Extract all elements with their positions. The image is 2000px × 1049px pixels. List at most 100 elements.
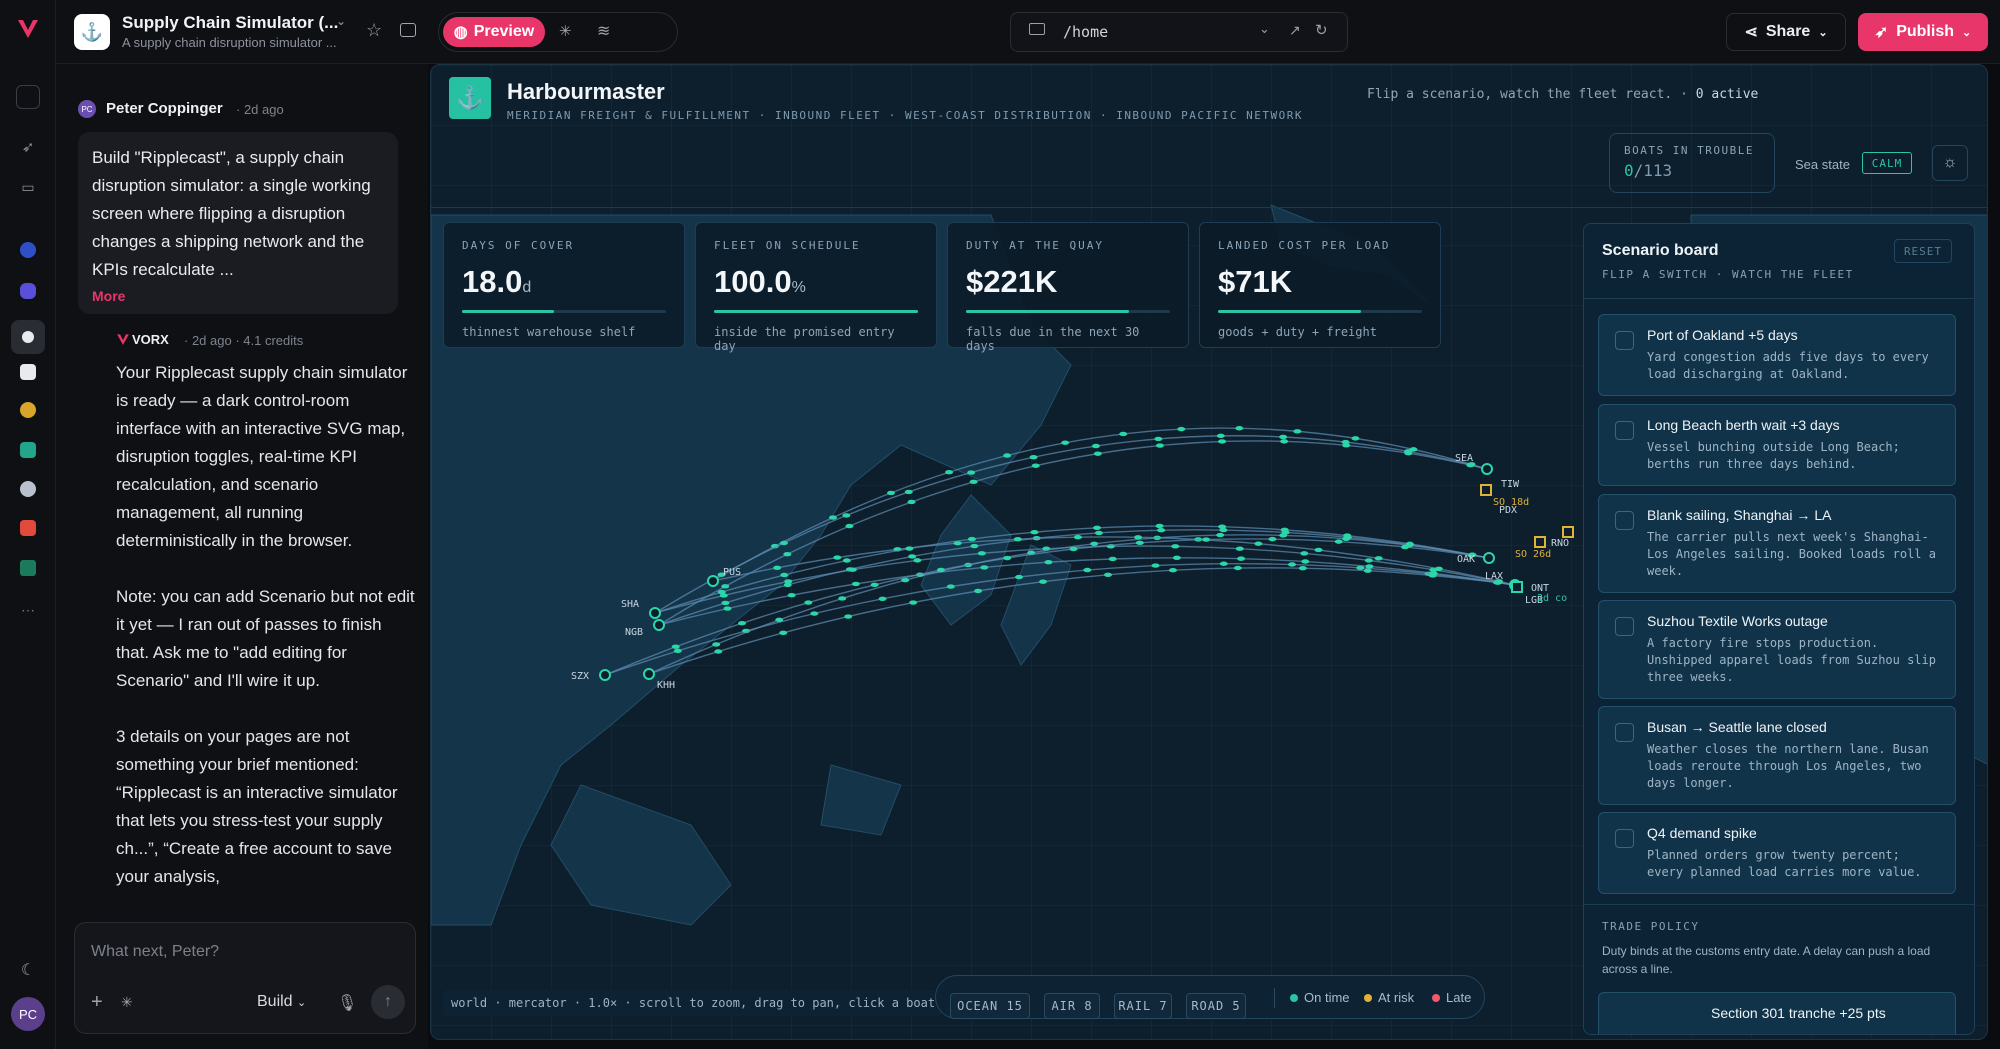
scenario-title: Blank sailing, Shanghai → LA — [1647, 507, 1832, 523]
at-risk-label: At risk — [1378, 990, 1415, 1005]
rocket-icon[interactable]: ➶ — [16, 135, 40, 159]
scenario-title: Suzhou Textile Works outage — [1647, 613, 1828, 629]
scenario-checkbox[interactable] — [1615, 511, 1634, 530]
kpi-value-row: 18.0d — [462, 264, 666, 300]
legend-divider — [1274, 988, 1275, 1008]
bot-reply: Your Ripplecast supply chain simulator i… — [116, 359, 416, 891]
more-projects-icon[interactable]: ⋯ — [16, 598, 40, 622]
archive-icon[interactable]: ▭ — [16, 175, 40, 199]
chevron-down-icon: ⌄ — [297, 997, 307, 1009]
reply-paragraph-3: 3 details on your pages are not somethin… — [116, 727, 398, 886]
publish-button[interactable]: ➶ Publish ⌄ — [1858, 13, 1988, 51]
kpi-label: LANDED COST PER LOAD — [1218, 239, 1391, 252]
left-rail: ➶ ▭ ⋯ ☾ PC — [0, 0, 56, 1049]
trouble-value: 0 — [1624, 161, 1634, 180]
mode-chip[interactable]: RAIL 7 — [1114, 993, 1172, 1019]
bot-meta: · 2d ago · 4.1 credits — [184, 333, 304, 348]
scenario-board: Scenario board FLIP A SWITCH · WATCH THE… — [1583, 223, 1975, 1035]
kpi-sub: thinnest warehouse shelf — [462, 325, 636, 339]
preview-frame: ⚓ Harbourmaster MERIDIAN FREIGHT & FULFI… — [430, 64, 1988, 1040]
kpi-label: DUTY AT THE QUAY — [966, 239, 1104, 252]
build-select[interactable]: Build ⌄ — [257, 993, 306, 1011]
scenario-checkbox[interactable] — [1615, 331, 1634, 350]
scenario-card[interactable]: Q4 demand spike Planned orders grow twent… — [1598, 812, 1956, 894]
reply-paragraph-2: Note: you can add Scenario but not edit … — [116, 587, 415, 690]
scenario-checkbox[interactable] — [1615, 421, 1634, 440]
more-link[interactable]: More — [92, 288, 384, 304]
send-button[interactable]: ↑ — [371, 985, 405, 1019]
trouble-total: /113 — [1633, 161, 1673, 180]
share-button[interactable]: ⋖ Share ⌄ — [1726, 13, 1846, 51]
kpi-label: DAYS OF COVER — [462, 239, 575, 252]
trouble-label: BOATS IN TROUBLE — [1624, 144, 1754, 157]
vorx-logo-icon[interactable] — [16, 16, 40, 40]
url-chevron-icon[interactable]: ⌄ — [1259, 21, 1270, 37]
board-divider-2 — [1584, 904, 1974, 905]
preview-button[interactable]: ◍ Preview — [443, 17, 545, 47]
late-dot-icon — [1432, 994, 1440, 1002]
kpi-value: 18.0 — [462, 264, 523, 299]
kpi-bar-fill — [462, 310, 554, 313]
header-divider — [431, 207, 1987, 208]
mode-chip[interactable]: ROAD 5 — [1186, 993, 1246, 1019]
chat-panel: PC Peter Coppinger · 2d ago Build "Rippl… — [56, 64, 428, 1049]
scenario-card[interactable]: Suzhou Textile Works outage A factory fir… — [1598, 600, 1956, 699]
anchor-icon: ⚓ — [456, 85, 484, 110]
policy-desc: Duty binds at the customs entry date. A … — [1602, 944, 1931, 976]
url-text: /home — [1063, 23, 1109, 41]
scenario-desc: A factory fire stops production. Unshipp… — [1647, 636, 1936, 684]
scenario-checkbox[interactable] — [1615, 617, 1634, 636]
plus-icon[interactable]: + — [91, 991, 103, 1014]
panel-icon[interactable] — [400, 23, 416, 37]
scenario-card[interactable]: Blank sailing, Shanghai → LA The carrier … — [1598, 494, 1956, 593]
kpi-value-row: 100.0% — [714, 264, 918, 300]
sun-icon: ☼ — [1942, 154, 1958, 171]
kpi-card: DUTY AT THE QUAY $221K falls due in the ne… — [947, 222, 1189, 353]
project-icon-1[interactable] — [20, 242, 36, 258]
reset-button[interactable]: RESET — [1894, 239, 1952, 263]
scenario-checkbox[interactable] — [1615, 723, 1634, 742]
star-icon[interactable]: ☆ — [366, 20, 382, 41]
project-icon-active[interactable] — [11, 320, 45, 354]
user-name: Peter Coppinger — [106, 100, 223, 117]
theme-toggle-button[interactable]: ☼ — [1932, 145, 1968, 181]
project-icon-6[interactable] — [20, 442, 36, 458]
scenario-title: Q4 demand spike — [1647, 825, 1757, 841]
scenario-card[interactable]: Busan → Seattle lane closed Weather close… — [1598, 706, 1956, 805]
kpi-value-row: $221K — [966, 264, 1170, 300]
mode-chip[interactable]: AIR 8 — [1044, 993, 1100, 1019]
kpi-sub: falls due in the next 30 days — [966, 325, 1140, 353]
moon-icon[interactable]: ☾ — [16, 958, 40, 982]
user-message: Build "Ripplecast", a supply chain disru… — [78, 132, 398, 314]
project-icon-8[interactable] — [20, 520, 36, 536]
app-title[interactable]: Supply Chain Simulator (... — [122, 13, 338, 33]
scenario-card[interactable]: Port of Oakland +5 days Yard congestion a… — [1598, 314, 1956, 396]
sparkle-icon[interactable]: ✳ — [559, 22, 572, 40]
composer-input[interactable]: What next, Peter? — [91, 943, 219, 961]
layers-icon[interactable]: ≋ — [597, 21, 610, 41]
mic-icon[interactable]: 🎙 — [337, 993, 357, 1013]
globe-icon: ◍ — [453, 24, 468, 41]
map-footer: world · mercator · 1.0× · scroll to zoom… — [443, 990, 944, 1016]
project-icon-7[interactable] — [20, 481, 36, 497]
project-icon-9[interactable] — [20, 560, 36, 576]
scenario-checkbox[interactable] — [1615, 829, 1634, 848]
project-icon-2[interactable] — [20, 283, 36, 299]
hint-text: Flip a scenario, watch the fleet react. … — [1367, 87, 1758, 102]
url-bar[interactable]: /home ⌄ ↗ ↻ — [1010, 12, 1348, 52]
chevron-down-icon[interactable]: ⌄ — [336, 14, 346, 28]
open-external-icon[interactable]: ↗ — [1289, 22, 1301, 39]
policy-item[interactable]: Section 301 tranche +25 pts — [1598, 992, 1956, 1034]
app-anchor-icon: ⚓ — [74, 14, 110, 50]
scenario-card[interactable]: Long Beach berth wait +3 days Vessel bunc… — [1598, 404, 1956, 486]
avatar[interactable]: PC — [11, 997, 45, 1031]
mode-chip[interactable]: OCEAN 15 — [950, 993, 1030, 1019]
kpi-bar — [1218, 310, 1422, 313]
project-icon-5[interactable] — [20, 402, 36, 418]
sea-state-label: Sea state — [1795, 157, 1850, 172]
reload-icon[interactable]: ↻ — [1315, 21, 1328, 39]
preview-label: Preview — [473, 23, 535, 40]
sidebar-toggle-icon[interactable] — [16, 85, 40, 109]
sparkle-icon[interactable]: ✳ — [121, 994, 133, 1011]
project-icon-4[interactable] — [20, 364, 36, 380]
